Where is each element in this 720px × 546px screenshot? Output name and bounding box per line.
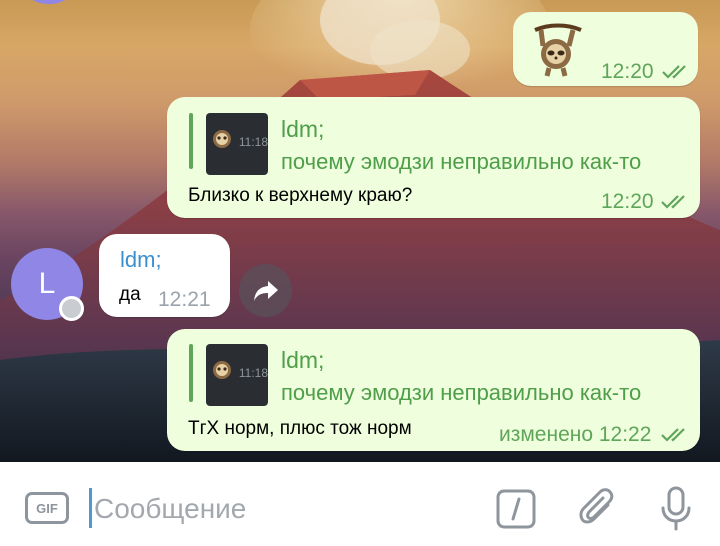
double-check-icon — [661, 195, 685, 209]
outgoing-reply-message[interactable]: 11:18 ldm; почему эмодзи неправильно как… — [167, 97, 700, 218]
reply-thumbnail: 11:18 — [206, 113, 268, 175]
outgoing-sticker-message[interactable]: 12:20 — [513, 12, 698, 86]
bot-command-icon[interactable] — [496, 489, 536, 529]
reply-thumbnail: 11:18 — [206, 344, 268, 406]
reply-quote-bar — [189, 113, 193, 169]
gif-label: GIF — [36, 500, 58, 516]
message-edited-time: изменено 12:22 — [499, 423, 652, 446]
message-text: ТгХ норм, плюс тож норм — [188, 418, 412, 439]
message-text: Близко к верхнему краю? — [188, 185, 413, 206]
thumbnail-time: 11:18 — [238, 135, 268, 149]
outgoing-reply-message-edited[interactable]: 11:18 ldm; почему эмодзи неправильно как… — [167, 329, 700, 451]
reply-quoted-text: почему эмодзи неправильно как-то — [281, 380, 642, 405]
double-check-icon — [661, 428, 685, 442]
double-check-icon — [662, 65, 686, 79]
message-time: 12:20 — [601, 190, 654, 213]
incoming-message[interactable]: ldm; да 12:21 — [99, 234, 230, 317]
avatar-letter: L — [38, 267, 56, 300]
sloth-sticker-icon — [534, 23, 582, 77]
text-cursor — [89, 488, 92, 528]
status-indicator — [59, 296, 84, 321]
message-input[interactable] — [94, 487, 474, 531]
thumbnail-time: 11:18 — [238, 366, 268, 380]
sloth-thumbnail-icon — [213, 130, 231, 148]
attach-icon[interactable] — [578, 487, 618, 531]
reply-quoted-text: почему эмодзи неправильно как-то — [281, 149, 642, 174]
gif-icon[interactable]: GIF — [25, 492, 69, 524]
microphone-icon[interactable] — [659, 486, 693, 532]
forward-button[interactable] — [239, 264, 292, 317]
message-time: 12:20 — [601, 60, 654, 83]
forward-arrow-icon — [253, 280, 278, 301]
reply-quote-bar — [189, 344, 193, 402]
message-time: 12:21 — [158, 288, 211, 311]
sender-name: ldm; — [120, 247, 162, 272]
reply-sender-name: ldm; — [281, 347, 325, 373]
message-text: да — [119, 284, 141, 305]
reply-sender-name: ldm; — [281, 116, 325, 142]
sloth-thumbnail-icon — [213, 361, 231, 379]
